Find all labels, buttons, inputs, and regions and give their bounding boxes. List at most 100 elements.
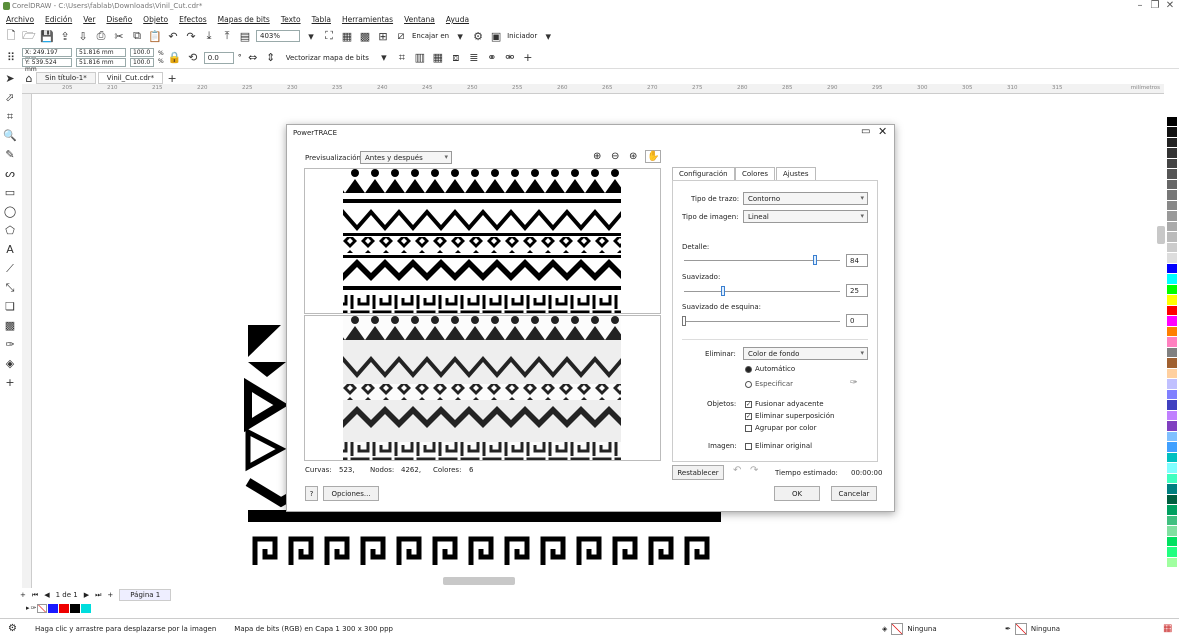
zoom-in-icon[interactable]: ⊕ bbox=[593, 151, 601, 162]
tab-configuracion[interactable]: Configuración bbox=[672, 167, 735, 181]
rotation-field[interactable]: 0.0 bbox=[203, 51, 234, 64]
palette-swatch[interactable] bbox=[1167, 484, 1177, 495]
artistic-media-icon[interactable]: ᔕ bbox=[0, 167, 20, 186]
menu-objeto[interactable]: Objeto bbox=[137, 13, 173, 25]
undo-trace-icon[interactable]: ↶ bbox=[733, 465, 741, 476]
palette-eyedropper-icon[interactable]: ✑ bbox=[31, 604, 37, 612]
remove-select[interactable]: Color de fondo bbox=[743, 347, 868, 360]
last-page-icon[interactable]: ⏭ bbox=[95, 591, 101, 600]
menu-texto[interactable]: Texto bbox=[275, 13, 306, 25]
before-preview[interactable] bbox=[304, 168, 661, 314]
add-tool-icon[interactable]: + bbox=[0, 376, 20, 395]
unlink-icon[interactable]: ⚮ bbox=[503, 51, 517, 64]
palette-swatch[interactable] bbox=[1167, 494, 1177, 505]
zoom-dropdown-icon[interactable]: ▾ bbox=[304, 30, 318, 43]
delete-original-checkbox[interactable]: Eliminar original bbox=[745, 442, 812, 450]
launcher-menu[interactable]: Iniciador bbox=[507, 32, 537, 40]
launcher-icon[interactable]: ▣ bbox=[489, 30, 503, 43]
palette-swatch[interactable] bbox=[1167, 410, 1177, 421]
crop-bitmap-icon[interactable]: ⌗ bbox=[395, 51, 409, 65]
palette-swatch[interactable] bbox=[1167, 326, 1177, 337]
palette-swatch[interactable] bbox=[1167, 116, 1177, 127]
palette-swatch[interactable] bbox=[1167, 284, 1177, 295]
prev-page-icon[interactable]: ◀ bbox=[44, 591, 49, 599]
pan-hand-icon[interactable]: ✋ bbox=[645, 150, 662, 163]
connector-tool-icon[interactable]: ⤡ bbox=[0, 281, 20, 300]
palette-swatch[interactable] bbox=[1167, 505, 1177, 516]
palette-swatch[interactable] bbox=[1167, 557, 1177, 568]
detail-slider-thumb[interactable] bbox=[813, 255, 818, 265]
palette-swatch[interactable] bbox=[1167, 547, 1177, 558]
link-icon[interactable]: ⚭ bbox=[485, 51, 499, 64]
trace-type-select[interactable]: Contorno bbox=[743, 192, 868, 205]
palette-swatch[interactable] bbox=[1167, 389, 1177, 400]
palette-swatch[interactable] bbox=[1167, 274, 1177, 285]
palette-swatch[interactable] bbox=[1167, 127, 1177, 138]
remove-overlap-checkbox[interactable]: ✓ Eliminar superposición bbox=[745, 412, 834, 420]
redo-icon[interactable]: ↷ bbox=[184, 30, 198, 43]
palette-swatch[interactable] bbox=[1167, 358, 1177, 369]
palette-swatch[interactable] bbox=[1167, 305, 1177, 316]
launcher-dropdown-icon[interactable]: ▾ bbox=[541, 30, 555, 43]
menu-diseno[interactable]: Diseño bbox=[100, 13, 137, 25]
export-icon[interactable]: ⤒ bbox=[220, 29, 234, 43]
palette-swatch[interactable] bbox=[1167, 179, 1177, 190]
home-icon[interactable]: ⌂ bbox=[22, 72, 36, 85]
options-gear-icon[interactable]: ⚙ bbox=[471, 30, 485, 43]
rulers-icon[interactable]: ▦ bbox=[340, 30, 354, 43]
freehand-tool-icon[interactable]: ✎ bbox=[0, 148, 20, 167]
edit-bitmap-icon[interactable]: ▥ bbox=[413, 51, 427, 64]
ellipse-tool-icon[interactable]: ◯ bbox=[0, 205, 20, 224]
palette-swatch[interactable] bbox=[1167, 400, 1177, 411]
options-button[interactable]: Opciones... bbox=[323, 486, 379, 501]
palette-swatch[interactable] bbox=[1167, 379, 1177, 390]
palette-swatch[interactable] bbox=[1167, 232, 1177, 243]
preview-mode-select[interactable]: Antes y después bbox=[360, 151, 452, 164]
corner-smoothing-field[interactable]: 0 bbox=[846, 314, 868, 327]
bitmap-color-mask-icon[interactable]: ≣ bbox=[467, 51, 481, 64]
minimize-icon[interactable]: – bbox=[1133, 0, 1147, 11]
color-settings-icon[interactable]: ▦ bbox=[1163, 623, 1172, 634]
shape-tool-icon[interactable]: ⬀ bbox=[0, 91, 20, 110]
snap-to-menu[interactable]: Encajar en bbox=[412, 32, 449, 40]
maximize-icon[interactable]: ▭ bbox=[861, 126, 870, 137]
new-document-icon[interactable]: 🗋 bbox=[4, 27, 18, 46]
dialog-close-icon[interactable]: ✕ bbox=[878, 125, 887, 138]
detail-field[interactable]: 84 bbox=[846, 254, 868, 267]
palette-swatch[interactable] bbox=[1167, 200, 1177, 211]
menu-archivo[interactable]: Archivo bbox=[0, 13, 39, 25]
palette-swatch[interactable] bbox=[1167, 463, 1177, 474]
mirror-vertical-icon[interactable]: ⇕ bbox=[264, 51, 278, 64]
no-color-swatch[interactable] bbox=[37, 603, 48, 613]
zoom-fit-icon[interactable]: ⊛ bbox=[629, 151, 637, 162]
help-button[interactable]: ? bbox=[305, 486, 318, 501]
palette-menu-icon[interactable]: ▸ bbox=[26, 604, 30, 612]
palette-swatch[interactable] bbox=[1167, 452, 1177, 463]
palette-swatch[interactable] bbox=[1167, 242, 1177, 253]
zoom-level-field[interactable]: 403% bbox=[256, 30, 300, 42]
palette-swatch[interactable] bbox=[1167, 211, 1177, 222]
grid-icon[interactable]: ▩ bbox=[358, 30, 372, 43]
palette-swatch[interactable] bbox=[1167, 316, 1177, 327]
cyan-swatch[interactable] bbox=[81, 603, 92, 613]
shadow-tool-icon[interactable]: ❏ bbox=[0, 300, 20, 319]
blue-swatch[interactable] bbox=[48, 603, 59, 613]
outline-indicator[interactable]: ✒ Ninguna bbox=[1005, 622, 1060, 635]
palette-swatch[interactable] bbox=[1167, 221, 1177, 232]
vertical-scrollbar-thumb[interactable] bbox=[1157, 226, 1165, 244]
tab-vinil-cut[interactable]: Vinil_Cut.cdr* bbox=[97, 72, 164, 84]
tab-sin-titulo[interactable]: Sin título-1* bbox=[36, 72, 96, 84]
mirror-horizontal-icon[interactable]: ⇔ bbox=[246, 51, 260, 64]
rectangle-tool-icon[interactable]: ▭ bbox=[0, 186, 20, 205]
dimension-tool-icon[interactable]: ⟋ bbox=[0, 262, 20, 281]
pdf-icon[interactable]: ▤ bbox=[238, 30, 252, 43]
palette-swatch[interactable] bbox=[1167, 190, 1177, 201]
palette-swatch[interactable] bbox=[1167, 421, 1177, 432]
x-position-field[interactable]: X: 249.197 mm bbox=[22, 48, 72, 63]
full-screen-icon[interactable]: ⛶ bbox=[322, 29, 336, 43]
height-field[interactable]: 51.816 mm bbox=[76, 58, 126, 67]
scale-x-field[interactable]: 100.0 bbox=[130, 48, 154, 57]
ok-button[interactable]: OK bbox=[774, 486, 820, 501]
smoothing-slider-thumb[interactable] bbox=[721, 286, 725, 296]
add-icon[interactable]: + bbox=[521, 51, 535, 64]
